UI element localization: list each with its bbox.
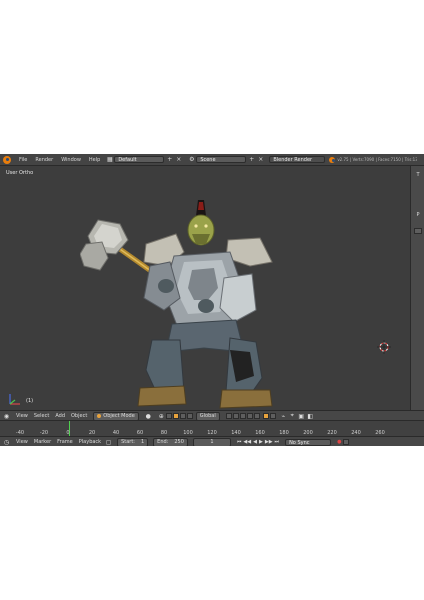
play-reverse-icon[interactable]: ◀ — [253, 439, 257, 445]
end-label: End: — [157, 438, 169, 445]
3d-viewport[interactable]: User Ortho (1) — [0, 166, 410, 410]
sync-selector[interactable]: No Sync — [285, 438, 332, 446]
record-icon[interactable]: ● — [337, 439, 341, 445]
object-count: (1) — [26, 398, 34, 404]
play-icon[interactable]: ▶ — [259, 439, 263, 445]
timeline-area[interactable]: -40 -20 0 20 40 60 80 100 120 140 160 18… — [0, 420, 424, 437]
render-engine-selector[interactable]: Blender Render — [269, 156, 326, 163]
menu-object[interactable]: Object — [71, 413, 87, 419]
rotate-toggle[interactable] — [179, 413, 186, 419]
render-icon[interactable]: ▣ — [298, 413, 305, 420]
tl-menu-frame[interactable]: Frame — [57, 439, 73, 445]
orc-warrior-model[interactable] — [80, 200, 280, 410]
jump-start-icon[interactable]: ⏮ — [237, 439, 242, 445]
blender-logo-icon[interactable] — [3, 155, 11, 164]
view-label: User Ortho — [6, 170, 34, 176]
menu-help[interactable]: Help — [89, 157, 100, 163]
scale-toggle[interactable] — [186, 413, 193, 419]
menu-window[interactable]: Window — [61, 157, 81, 163]
layer-7[interactable] — [269, 413, 276, 419]
menu-view[interactable]: View — [16, 413, 28, 419]
cursor-3d-icon[interactable] — [377, 340, 391, 354]
manipulator-toggle[interactable] — [165, 413, 172, 419]
tl-menu-view[interactable]: View — [16, 439, 28, 445]
layer-3[interactable] — [239, 413, 246, 419]
orientation-label: Global — [199, 412, 216, 419]
scene-selector[interactable]: Scene — [196, 156, 247, 163]
plus-icon[interactable]: + — [166, 156, 173, 163]
layout-icon[interactable]: ▦ — [106, 156, 113, 163]
editor-type-icon[interactable]: ◉ — [3, 413, 10, 420]
properties-toggle[interactable] — [414, 228, 422, 234]
timeline-header: ◷ View Marker Frame Playback ▢ Start: 1 … — [0, 436, 424, 446]
snap-icon[interactable]: ⌖ — [289, 412, 296, 420]
layer-5[interactable] — [253, 413, 260, 419]
scene-close-icon[interactable]: × — [257, 156, 264, 163]
version-logo-icon — [329, 156, 336, 163]
menu-select[interactable]: Select — [34, 413, 49, 419]
start-value: 1 — [140, 438, 145, 445]
tl-menu-playback[interactable]: Playback — [79, 439, 101, 445]
menu-add[interactable]: Add — [55, 413, 65, 419]
rewind-icon[interactable]: ◀◀ — [243, 439, 251, 445]
close-icon[interactable]: × — [175, 156, 182, 163]
blender-window: File Render Window Help ▦ Default + × ⚙ … — [0, 154, 424, 446]
preview-range-icon[interactable]: ▢ — [105, 439, 112, 446]
tab-properties[interactable]: P — [413, 212, 423, 218]
tl-menu-marker[interactable]: Marker — [34, 439, 51, 445]
end-frame-field[interactable]: End: 250 — [153, 437, 188, 446]
start-label: Start: — [121, 438, 135, 445]
layer-2[interactable] — [232, 413, 239, 419]
jump-end-icon[interactable]: ⏭ — [275, 439, 280, 445]
layer-4[interactable] — [246, 413, 253, 419]
scene-icon[interactable]: ⚙ — [188, 156, 195, 163]
scene-plus-icon[interactable]: + — [248, 156, 255, 163]
current-frame-field[interactable]: 1 — [192, 437, 231, 446]
tab-top[interactable]: T — [413, 172, 423, 178]
info-header: File Render Window Help ▦ Default + × ⚙ … — [0, 154, 424, 166]
pivot-icon[interactable]: ⊕ — [158, 413, 165, 420]
layout-selector[interactable]: Default — [114, 156, 165, 163]
timeline-editor-icon[interactable]: ◷ — [3, 439, 10, 446]
menu-file[interactable]: File — [19, 157, 27, 163]
forward-icon[interactable]: ▶▶ — [265, 439, 273, 445]
tool-shelf-strip[interactable]: T P — [410, 166, 424, 410]
layer-active[interactable] — [262, 413, 269, 419]
shading-icon[interactable]: ● — [145, 413, 152, 420]
scene-stats: v2.75 | Verts:7090 | Faces:7150 | Tris:1… — [337, 157, 418, 162]
keying-set-toggle[interactable] — [343, 439, 350, 445]
mode-icon — [97, 414, 102, 418]
current-frame-value: 1 — [210, 438, 214, 445]
layer-1[interactable] — [225, 413, 232, 419]
end-value: 250 — [174, 438, 184, 445]
translate-toggle[interactable] — [172, 413, 179, 419]
menu-render[interactable]: Render — [35, 157, 53, 163]
start-frame-field[interactable]: Start: 1 — [117, 437, 149, 446]
axis-icon — [9, 394, 20, 405]
magnet-icon[interactable]: ⌁ — [280, 413, 287, 420]
camera-icon[interactable]: ◧ — [307, 413, 314, 420]
mode-label: Object Mode — [103, 412, 135, 419]
